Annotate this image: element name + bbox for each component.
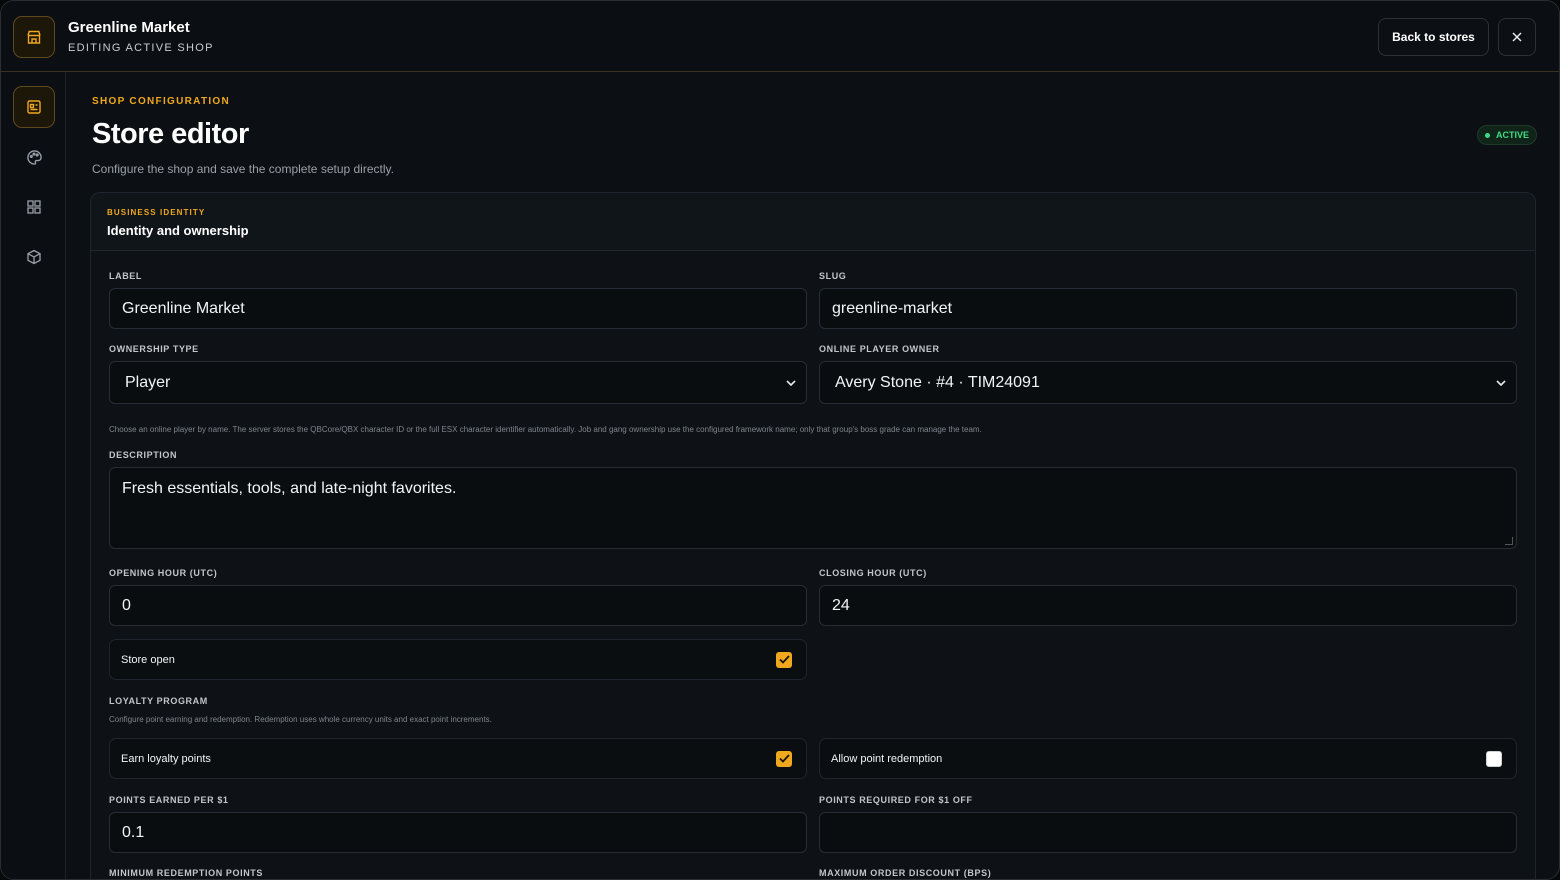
max-discount-label: MAXIMUM ORDER DISCOUNT (BPS) <box>819 868 992 878</box>
palette-icon <box>26 149 42 165</box>
earn-loyalty-label: Earn loyalty points <box>121 752 211 765</box>
allow-redemption-toggle[interactable]: Allow point redemption <box>819 738 1517 779</box>
ownership-type-value: Player <box>125 373 171 391</box>
close-button[interactable] <box>1498 18 1536 56</box>
status-badge-label: ACTIVE <box>1496 130 1530 140</box>
back-to-stores-button[interactable]: Back to stores <box>1378 18 1489 56</box>
ownership-type-label: OWNERSHIP TYPE <box>109 344 199 354</box>
owner-help-text: Choose an online player by name. The ser… <box>109 425 982 434</box>
allow-redemption-label: Allow point redemption <box>831 752 943 765</box>
description-value: Fresh essentials, tools, and late-night … <box>122 480 457 497</box>
points-required-label: POINTS REQUIRED FOR $1 OFF <box>819 795 973 805</box>
checkmark-icon <box>778 754 790 763</box>
opening-hour-label: OPENING HOUR (UTC) <box>109 568 218 578</box>
card-header: BUSINESS IDENTITY Identity and ownership <box>91 193 1535 251</box>
identity-card: BUSINESS IDENTITY Identity and ownership… <box>90 192 1536 879</box>
section-eyebrow: SHOP CONFIGURATION <box>92 96 231 107</box>
earn-loyalty-toggle[interactable]: Earn loyalty points <box>109 738 807 779</box>
chevron-down-icon <box>786 379 796 386</box>
card-eyebrow: BUSINESS IDENTITY <box>107 208 206 217</box>
online-owner-select[interactable]: Avery Stone · #4 · TIM24091 <box>819 361 1517 404</box>
slug-field-label: SLUG <box>819 271 847 281</box>
resize-handle-icon[interactable] <box>1505 537 1513 545</box>
checkmark-icon <box>778 655 790 664</box>
loyalty-heading: LOYALTY PROGRAM <box>109 696 208 706</box>
app-window: Greenline Market EDITING ACTIVE SHOP Bac… <box>0 0 1560 880</box>
close-icon <box>1512 32 1522 42</box>
chevron-down-icon <box>1496 379 1506 386</box>
ownership-type-select[interactable]: Player <box>109 361 807 404</box>
sidebar-item-categories[interactable] <box>13 186 55 228</box>
shop-name: Greenline Market <box>68 19 190 36</box>
page-title: Store editor <box>92 118 249 150</box>
earn-loyalty-checkbox[interactable] <box>776 750 792 767</box>
sidebar-item-store-config[interactable] <box>13 86 55 128</box>
online-owner-value: Avery Stone · #4 · TIM24091 <box>835 373 1040 391</box>
sidebar-item-theme[interactable] <box>13 136 55 178</box>
points-earned-label: POINTS EARNED PER $1 <box>109 795 229 805</box>
loyalty-help-text: Configure point earning and redemption. … <box>109 715 492 724</box>
allow-redemption-checkbox[interactable] <box>1486 750 1502 767</box>
status-badge: ACTIVE <box>1477 125 1538 145</box>
description-label: DESCRIPTION <box>109 450 178 460</box>
status-dot-icon <box>1485 132 1490 138</box>
store-icon <box>13 16 55 58</box>
points-required-input[interactable] <box>819 812 1517 853</box>
opening-hour-input[interactable]: 0 <box>109 585 807 626</box>
main-content: SHOP CONFIGURATION Store editor Configur… <box>66 72 1559 879</box>
store-open-label: Store open <box>121 653 175 666</box>
top-header: Greenline Market EDITING ACTIVE SHOP Bac… <box>1 1 1559 72</box>
package-icon <box>27 249 41 265</box>
points-earned-input[interactable]: 0.1 <box>109 812 807 853</box>
min-redemption-label: MINIMUM REDEMPTION POINTS <box>109 868 263 878</box>
page-description: Configure the shop and save the complete… <box>92 162 394 176</box>
grid-icon <box>27 200 41 214</box>
sidebar-item-products[interactable] <box>13 236 55 278</box>
sidebar <box>1 72 66 879</box>
label-field-label: LABEL <box>109 271 142 281</box>
closing-hour-input[interactable]: 24 <box>819 585 1517 626</box>
online-owner-label: ONLINE PLAYER OWNER <box>819 344 940 354</box>
closing-hour-label: CLOSING HOUR (UTC) <box>819 568 927 578</box>
slug-input[interactable]: greenline-market <box>819 288 1517 329</box>
shop-status-subtitle: EDITING ACTIVE SHOP <box>68 42 214 54</box>
card-title: Identity and ownership <box>107 223 249 238</box>
store-open-toggle[interactable]: Store open <box>109 639 807 680</box>
store-config-icon <box>27 100 41 114</box>
store-open-checkbox[interactable] <box>776 651 792 668</box>
description-textarea[interactable]: Fresh essentials, tools, and late-night … <box>109 467 1517 549</box>
label-input[interactable]: Greenline Market <box>109 288 807 329</box>
